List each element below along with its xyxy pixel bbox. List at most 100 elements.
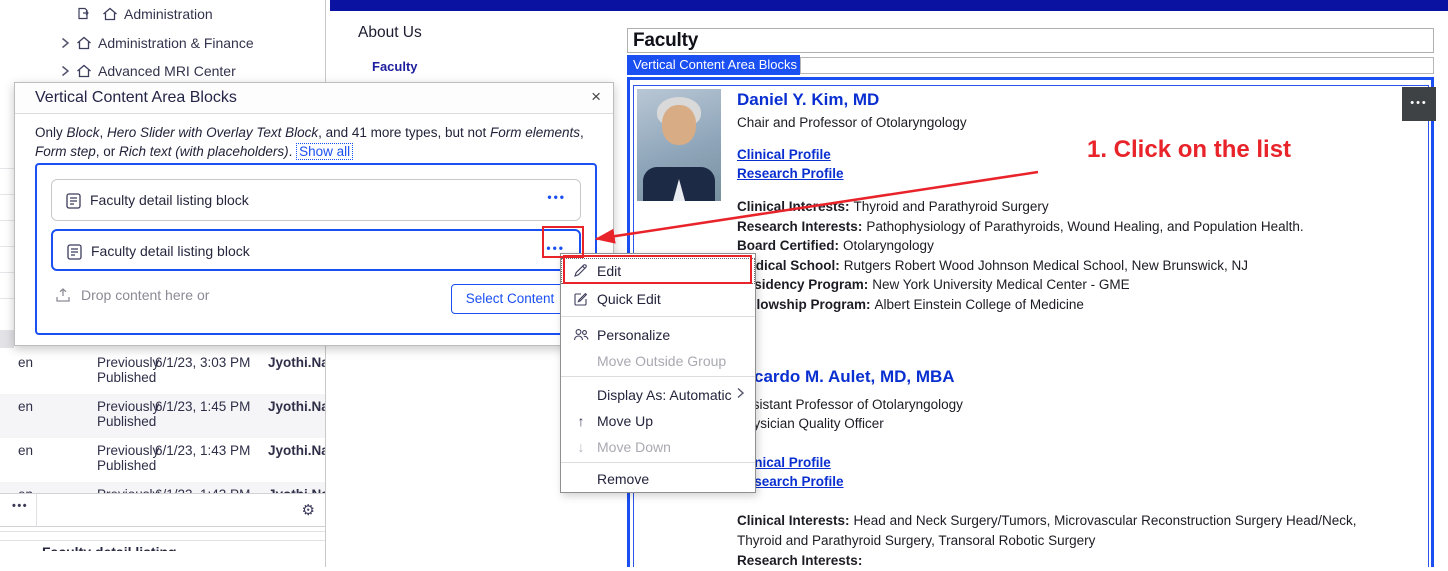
- photo-face: [662, 105, 696, 145]
- chevron-right-icon[interactable]: [60, 37, 70, 49]
- clipped-tree-label: Faculty detail listing: [42, 544, 177, 551]
- block-item-selected[interactable]: Faculty detail listing block •••: [51, 229, 581, 271]
- table-toolbar: ••• ⚙: [0, 493, 325, 527]
- cell-language: en: [18, 355, 33, 370]
- placeholder-tab[interactable]: Vertical Content Area Blocks: [627, 55, 800, 75]
- row-divider: [0, 168, 14, 169]
- quick-edit-icon: [573, 291, 589, 307]
- block-options-button[interactable]: •••: [1402, 87, 1436, 121]
- row-divider: [0, 272, 14, 273]
- select-content-button[interactable]: Select Content: [451, 284, 569, 314]
- show-all-link[interactable]: Show all: [296, 143, 353, 160]
- page-move-icon: [78, 7, 96, 21]
- block-label: Faculty detail listing block: [91, 243, 250, 259]
- faculty-name: Ricardo M. Aulet, MD, MBA: [737, 367, 955, 387]
- cell-date: 6/1/23, 1:45 PM: [155, 399, 265, 414]
- chevron-right-icon[interactable]: [60, 65, 70, 77]
- detail-line: Research Interests:: [737, 551, 1392, 571]
- block-label: Faculty detail listing block: [90, 192, 249, 208]
- menu-item-move-up[interactable]: ↑ Move Up: [561, 408, 755, 434]
- block-menu-button[interactable]: •••: [547, 190, 566, 204]
- drop-content-hint: Drop content here or: [55, 287, 209, 303]
- cell-language: en: [18, 399, 33, 414]
- cell-status: Previously Published: [97, 443, 155, 473]
- tree-item-label: Administration & Finance: [98, 35, 254, 51]
- clinical-profile-link[interactable]: Clinical Profile: [737, 147, 831, 162]
- row-divider: [0, 298, 14, 299]
- menu-separator: [561, 316, 755, 317]
- top-navy-bar: [330, 0, 1448, 11]
- tree-item-administration[interactable]: Administration: [78, 6, 213, 22]
- cell-user: Jyothi.Naga: [268, 355, 325, 370]
- arrow-up-icon: ↑: [573, 413, 589, 429]
- cell-status: Previously Published: [97, 399, 155, 429]
- faculty-name: Daniel Y. Kim, MD: [737, 90, 879, 110]
- menu-item-display-as[interactable]: Display As: Automatic: [561, 382, 755, 408]
- preview-heading-box: Faculty: [627, 28, 1434, 53]
- close-icon[interactable]: ×: [591, 87, 601, 107]
- table-row[interactable]: en Previously Published 6/1/23, 1:43 PM …: [0, 438, 325, 482]
- faculty-photo: [637, 89, 721, 201]
- tree-item-administration-finance[interactable]: Administration & Finance: [60, 35, 254, 51]
- menu-item-remove[interactable]: Remove: [561, 466, 755, 492]
- row-divider: [0, 194, 14, 195]
- arrow-down-icon: ↓: [573, 439, 589, 455]
- cell-user: Jyothi.Naga: [268, 443, 325, 458]
- content-tree-section[interactable]: About Us: [358, 24, 422, 42]
- menu-item-move-down: ↓ Move Down: [561, 434, 755, 460]
- detail-line: Clinical Interests:Thyroid and Parathyro…: [737, 197, 1407, 217]
- dialog-title: Vertical Content Area Blocks: [35, 89, 237, 107]
- toolbar-strip: [0, 531, 325, 541]
- detail-line: Fellowship Program:Albert Einstein Colle…: [737, 295, 1407, 315]
- detail-line: Research Interests:Pathophysiology of Pa…: [737, 217, 1407, 237]
- cell-language: en: [18, 443, 33, 458]
- table-row[interactable]: en Previously Published 6/1/23, 1:45 PM …: [0, 394, 325, 438]
- table-header-sliver: [0, 330, 14, 348]
- chevron-right-icon: [736, 387, 745, 399]
- menu-item-quick-edit[interactable]: Quick Edit: [561, 286, 755, 312]
- page-title: Faculty: [633, 30, 698, 52]
- tree-item-label: Advanced MRI Center: [98, 63, 236, 79]
- content-tree-selected-page[interactable]: Faculty: [372, 59, 418, 74]
- cell-user: Jyothi.Naga: [268, 399, 325, 414]
- home-icon: [76, 36, 92, 50]
- detail-line: Board Certified:Otolaryngology: [737, 236, 1407, 256]
- more-options-button[interactable]: •••: [12, 500, 28, 512]
- faculty-title: Physician Quality Officer: [737, 416, 884, 431]
- document-icon: [67, 244, 82, 260]
- faculty-title: Chair and Professor of Otolaryngology: [737, 115, 967, 130]
- detail-line: Medical School:Rutgers Robert Wood Johns…: [737, 256, 1407, 276]
- block-item[interactable]: Faculty detail listing block •••: [51, 179, 581, 221]
- annotation-box-edit: [563, 255, 752, 284]
- block-context-menu: Edit Quick Edit Personalize Move Outside…: [560, 253, 756, 493]
- upload-icon: [55, 287, 71, 303]
- detail-line: Residency Program:New York University Me…: [737, 275, 1407, 295]
- faculty-title: Assistant Professor of Otolaryngology: [737, 397, 963, 412]
- detail-line: Clinical Interests:Head and Neck Surgery…: [737, 511, 1392, 551]
- research-profile-link[interactable]: Research Profile: [737, 166, 844, 181]
- menu-separator: [561, 376, 755, 377]
- faculty-details: Clinical Interests:Thyroid and Parathyro…: [737, 197, 1407, 314]
- tree-item-advanced-mri[interactable]: Advanced MRI Center: [60, 63, 236, 79]
- row-divider: [0, 246, 14, 247]
- document-icon: [66, 193, 81, 209]
- gear-icon[interactable]: ⚙: [302, 501, 315, 519]
- cell-status: Previously Published: [97, 355, 155, 385]
- dialog-header: Vertical Content Area Blocks ×: [15, 83, 613, 114]
- row-divider: [0, 220, 14, 221]
- placeholder-tab-strip: [800, 57, 1434, 74]
- dialog-description: Only Block, Hero Slider with Overlay Tex…: [35, 123, 602, 161]
- table-row[interactable]: en Previously Published 6/1/23, 3:03 PM …: [0, 350, 325, 394]
- menu-separator: [561, 462, 755, 463]
- home-icon: [102, 7, 118, 21]
- vertical-content-area-blocks-dialog: Vertical Content Area Blocks × Only Bloc…: [14, 82, 614, 346]
- menu-item-personalize[interactable]: Personalize: [561, 322, 755, 348]
- cell-date: 6/1/23, 1:43 PM: [155, 443, 265, 458]
- toolbar-divider: [36, 494, 37, 527]
- faculty-details: Clinical Interests:Head and Neck Surgery…: [737, 511, 1392, 571]
- annotation-box-ellipsis: [542, 226, 584, 258]
- menu-item-move-outside-group: Move Outside Group: [561, 348, 755, 374]
- drop-content-text: Drop content here or: [81, 287, 209, 303]
- tree-item-label: Administration: [124, 6, 213, 22]
- people-icon: [573, 327, 589, 343]
